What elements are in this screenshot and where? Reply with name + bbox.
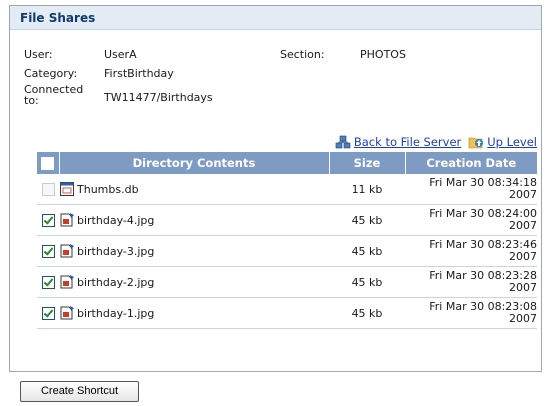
file-size: 45 kb [329, 235, 405, 267]
creation-date-line2: 2007 [509, 281, 537, 294]
file-name: birthday-4.jpg [77, 213, 155, 227]
image-file-icon [59, 274, 75, 290]
row-select-cell [37, 297, 59, 329]
file-name: birthday-3.jpg [77, 244, 155, 258]
header-creation-date[interactable]: Creation Date [405, 152, 537, 174]
creation-date: Fri Mar 30 08:23:08 2007 [405, 297, 537, 329]
creation-date: Fri Mar 30 08:23:46 2007 [405, 235, 537, 267]
up-level-link[interactable]: Up Level [487, 135, 537, 149]
file-name-cell: birthday-3.jpg [59, 235, 329, 267]
navigation-links: Back to File Server Up Level [335, 134, 537, 150]
row-checkbox[interactable] [41, 244, 55, 258]
section-value: PHOTOS [360, 48, 406, 61]
file-name-cell: birthday-1.jpg [59, 297, 329, 329]
table-row[interactable]: Thumbs.db 11 kb Fri Mar 30 08:34:18 2007 [37, 174, 537, 205]
creation-date: Fri Mar 30 08:34:18 2007 [405, 174, 537, 205]
file-size: 45 kb [329, 297, 405, 329]
row-select-cell [37, 266, 59, 298]
file-name: Thumbs.db [77, 182, 139, 196]
panel-title: File Shares [10, 6, 541, 30]
row-checkbox[interactable] [41, 306, 55, 320]
category-value: FirstBirthday [104, 67, 174, 80]
creation-date-line2: 2007 [509, 312, 537, 325]
row-select-cell [37, 235, 59, 267]
category-label: Category: [24, 67, 78, 80]
db-file-icon [59, 181, 75, 197]
select-all-cell [37, 152, 60, 174]
creation-date-line2: 2007 [509, 188, 537, 201]
creation-date-line2: 2007 [509, 219, 537, 232]
connected-label: Connected to: [24, 84, 83, 106]
image-file-icon [59, 243, 75, 259]
back-to-file-server-link[interactable]: Back to File Server [354, 135, 461, 149]
creation-date: Fri Mar 30 08:24:00 2007 [405, 204, 537, 236]
up-level-folder-icon [468, 134, 484, 150]
creation-date-line2: 2007 [509, 250, 537, 263]
create-shortcut-button[interactable]: Create Shortcut [20, 381, 139, 402]
connected-value: TW11477/Birthdays [104, 91, 213, 104]
file-size: 45 kb [329, 266, 405, 298]
section-label: Section: [280, 48, 325, 61]
file-shares-panel: File Shares User: UserA Section: PHOTOS … [9, 5, 542, 372]
file-name-cell: birthday-2.jpg [59, 266, 329, 298]
user-value: UserA [104, 48, 137, 61]
row-select-cell [37, 174, 59, 205]
user-label: User: [24, 48, 53, 61]
image-file-icon [59, 305, 75, 321]
header-size[interactable]: Size [329, 152, 406, 174]
table-row[interactable]: birthday-3.jpg 45 kb Fri Mar 30 08:23:46 20… [37, 235, 537, 267]
image-file-icon [59, 212, 75, 228]
creation-date: Fri Mar 30 08:23:28 2007 [405, 266, 537, 298]
file-name-cell: Thumbs.db [59, 174, 329, 205]
directory-table: Directory Contents Size Creation Date Th… [37, 152, 537, 329]
row-checkbox[interactable] [41, 213, 55, 227]
select-all-checkbox[interactable] [41, 157, 55, 170]
file-name-cell: birthday-4.jpg [59, 204, 329, 236]
file-name: birthday-2.jpg [77, 275, 155, 289]
table-row[interactable]: birthday-1.jpg 45 kb Fri Mar 30 08:23:08 20… [37, 297, 537, 329]
file-server-icon [335, 134, 351, 150]
table-header-row: Directory Contents Size Creation Date [37, 152, 537, 174]
file-size: 45 kb [329, 204, 405, 236]
connected-label-line2: to: [24, 94, 39, 107]
table-row[interactable]: birthday-4.jpg 45 kb Fri Mar 30 08:24:00 20… [37, 204, 537, 236]
file-name: birthday-1.jpg [77, 306, 155, 320]
row-checkbox [41, 182, 55, 196]
file-size: 11 kb [329, 174, 405, 205]
row-select-cell [37, 204, 59, 236]
table-row[interactable]: birthday-2.jpg 45 kb Fri Mar 30 08:23:28 20… [37, 266, 537, 298]
header-directory-contents[interactable]: Directory Contents [59, 152, 330, 174]
row-checkbox[interactable] [41, 275, 55, 289]
